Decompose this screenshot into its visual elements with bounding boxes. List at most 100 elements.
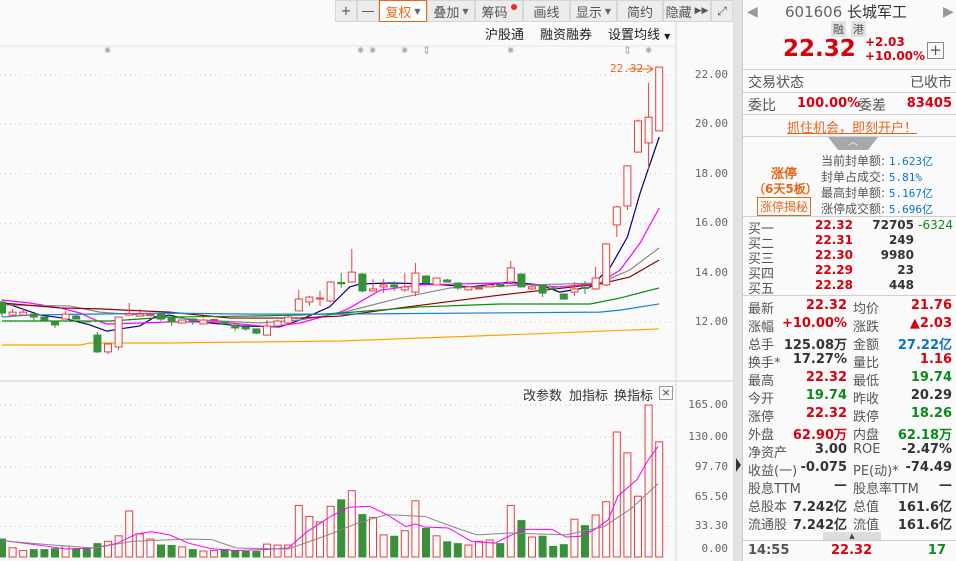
candle[interactable]: [252, 328, 261, 335]
candle-body: [61, 313, 70, 320]
hk-connect-link[interactable]: 沪股通: [485, 24, 524, 43]
volume-bar: [157, 544, 165, 558]
hide-label: 隐藏: [665, 5, 692, 21]
volume-bar: [199, 550, 208, 558]
volume-bar: [570, 518, 579, 558]
event-marker-icon[interactable]: ⇕: [623, 44, 632, 57]
margin-trading-link[interactable]: 融资融券: [540, 24, 592, 43]
notification-dot-icon: [510, 4, 517, 10]
bid-volume: 72705: [872, 218, 914, 232]
event-marker-icon[interactable]: ✷: [368, 44, 377, 57]
candle[interactable]: [602, 242, 611, 287]
candle[interactable]: [284, 315, 293, 325]
limit-up-reveal-button[interactable]: 涨停揭秘: [757, 197, 812, 216]
candle[interactable]: [178, 319, 187, 324]
restore-rights-dropdown[interactable]: 复权 ▼: [379, 0, 427, 22]
volume-bar: [422, 527, 430, 558]
volume-axis-label: 33.30: [694, 519, 728, 533]
limit-up-stat: 当前封单额: 1.623亿: [821, 152, 933, 169]
add-indicator-button[interactable]: 加指标: [569, 385, 608, 404]
candle-body: [167, 317, 176, 323]
candle[interactable]: [114, 316, 123, 350]
prev-stock-arrow-icon[interactable]: ◀: [747, 4, 758, 20]
fullscreen-button[interactable]: ⤢: [711, 0, 733, 22]
collapse-gutter[interactable]: [733, 0, 742, 561]
candle[interactable]: [655, 66, 664, 132]
next-stock-arrow-icon[interactable]: ▶: [943, 4, 954, 20]
limit-up-stat-value: 1.623亿: [888, 155, 933, 168]
candle[interactable]: [559, 293, 568, 300]
open-account-link[interactable]: 抓住机会，即刻开户！: [787, 117, 917, 136]
bid-price[interactable]: 22.29: [815, 263, 853, 277]
stat-label: PE(动)*: [853, 464, 899, 479]
candle-body: [623, 165, 632, 207]
candle[interactable]: [528, 286, 536, 290]
event-marker-icon[interactable]: ✷: [506, 44, 515, 57]
stat-value: 3.00: [814, 442, 847, 457]
candle[interactable]: [358, 272, 367, 293]
candle-body: [199, 319, 208, 325]
event-marker-icon[interactable]: ✷: [644, 44, 653, 57]
candle-body: [411, 272, 420, 293]
event-marker-icon[interactable]: ✷: [103, 44, 112, 57]
candle[interactable]: [422, 275, 430, 284]
limit-up-stat-label: 封单占成交:: [821, 170, 886, 184]
stat-value: 27.22亿: [897, 338, 952, 353]
expand-up-icon[interactable]: ▲: [823, 532, 881, 540]
candle[interactable]: [623, 165, 632, 211]
volume-bar: [61, 545, 70, 558]
candle[interactable]: [432, 277, 441, 286]
bid-price[interactable]: 22.30: [815, 248, 853, 262]
candle[interactable]: [93, 331, 102, 353]
close-indicator-button[interactable]: ×: [659, 386, 673, 400]
price-axis-label: 14.00: [694, 265, 728, 279]
simple-button[interactable]: 简约: [617, 0, 663, 22]
collapse-chevron-up-icon[interactable]: ︿: [828, 137, 878, 150]
stat-value: 19.74: [805, 388, 847, 403]
candle[interactable]: [517, 273, 526, 288]
volume-bar: [51, 548, 59, 558]
status-value: 已收市: [910, 75, 952, 91]
hide-button[interactable]: 隐藏 ▶▶: [663, 0, 711, 22]
volume-bar: [316, 521, 324, 558]
candle-body: [369, 288, 377, 292]
bid-price[interactable]: 22.32: [815, 218, 853, 232]
candle-body: [93, 334, 102, 353]
candle[interactable]: [496, 283, 505, 288]
add-watchlist-plus-icon[interactable]: +: [927, 42, 944, 59]
candle[interactable]: [326, 281, 335, 303]
display-dropdown[interactable]: 显示 ▼: [570, 0, 617, 22]
candle[interactable]: [82, 320, 91, 323]
candle[interactable]: [634, 119, 642, 153]
stat-label: 总值: [853, 500, 880, 515]
candle-body: [347, 271, 356, 283]
bid-price[interactable]: 22.28: [815, 278, 853, 292]
set-ma-dropdown[interactable]: 设置均线 ▼: [608, 24, 670, 43]
stat-value: 20.29: [910, 388, 952, 403]
event-marker-icon[interactable]: ✷: [356, 44, 365, 57]
bid-price[interactable]: 22.31: [815, 233, 853, 247]
limit-up-stat-label: 最高封单额:: [821, 186, 886, 200]
event-marker-icon[interactable]: ✷: [400, 44, 409, 57]
candle-body: [559, 293, 568, 300]
candle-body: [210, 319, 218, 322]
candle[interactable]: [220, 321, 229, 325]
candle[interactable]: [475, 287, 483, 290]
candle[interactable]: [464, 286, 473, 291]
zoom-out-button[interactable]: —: [357, 0, 379, 22]
volume-bar: [453, 543, 462, 558]
volume-bar: [591, 514, 600, 558]
candle[interactable]: [146, 313, 155, 316]
volume-bar: [0, 538, 6, 558]
overlay-dropdown[interactable]: 叠加 ▼: [427, 0, 475, 22]
candle[interactable]: [273, 319, 282, 327]
chips-button[interactable]: 筹码: [475, 0, 523, 22]
event-marker-icon[interactable]: ⇕: [422, 44, 431, 57]
draw-line-button[interactable]: 画线: [523, 0, 570, 22]
candle-body: [273, 320, 282, 327]
zoom-in-button[interactable]: +: [335, 0, 357, 22]
candle[interactable]: [40, 316, 49, 321]
switch-indicator-button[interactable]: 换指标: [614, 385, 653, 404]
stat-label: 量比: [853, 356, 880, 371]
edit-params-button[interactable]: 改参数: [523, 385, 562, 404]
